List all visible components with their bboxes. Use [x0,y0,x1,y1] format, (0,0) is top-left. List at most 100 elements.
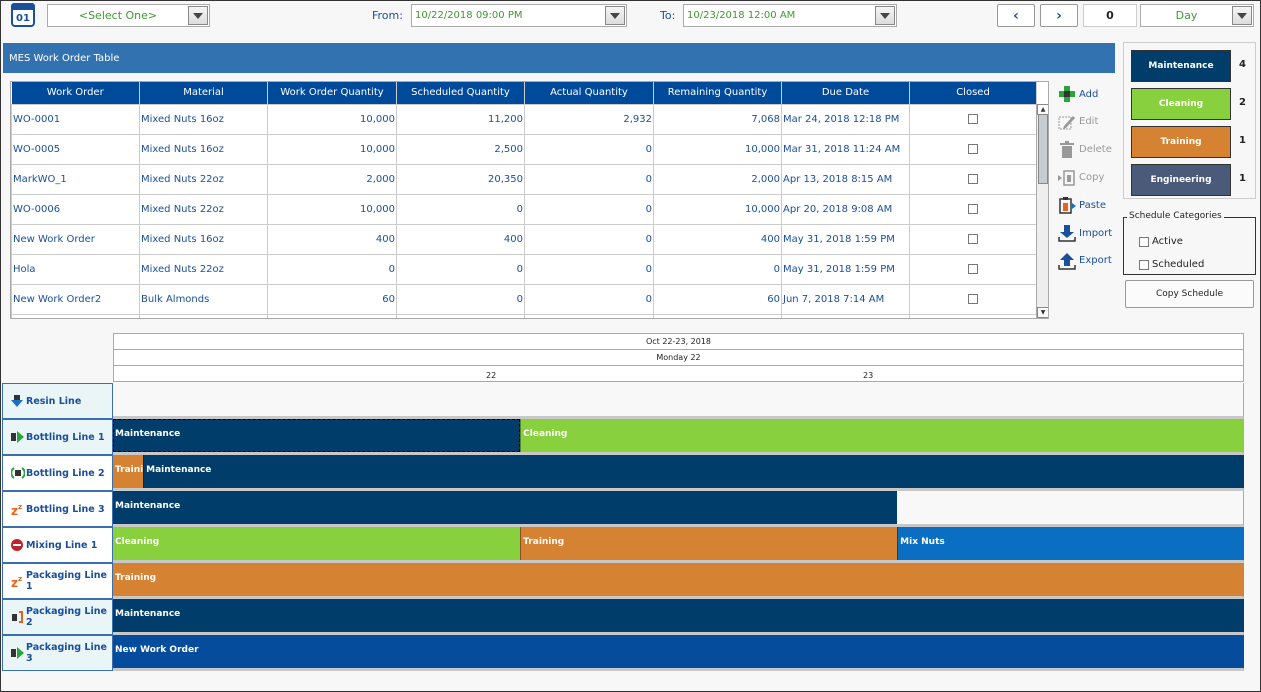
svg-text:z: z [11,576,18,587]
cell-remaining-qty: 2,000 [653,163,782,195]
table-row[interactable]: New Work Order Mixed Nuts 16oz 400 400 0 400 M… [11,223,1037,255]
closed-checkbox[interactable] [968,233,978,244]
edit-button[interactable]: Edit [1058,112,1098,132]
chevron-down-icon[interactable] [188,6,208,25]
column-header[interactable]: Work Order [11,82,140,104]
from-datetime-picker[interactable]: 10/22/2018 09:00 PM [411,4,627,27]
cell-actual-qty: 0 [524,133,654,165]
chevron-down-icon[interactable] [1232,6,1252,25]
gantt-bar-maintenance[interactable]: Maintenance [113,491,898,524]
lane-label-packaging-line-3[interactable]: Packaging Line 3 [2,635,113,671]
lane-label-packaging-line-1[interactable]: z z Packaging Line 1 [2,563,113,599]
cell-remaining-qty: 0 [653,253,782,285]
export-button[interactable]: Export [1058,251,1112,271]
cell-material: Bulk Almonds [139,283,268,315]
paste-button[interactable]: Paste [1058,195,1106,215]
gantt-bar-maintenance[interactable]: Maintenance [143,455,1244,488]
gantt-bar-mix-nuts[interactable]: Mix Nuts [897,527,1244,560]
lane-label-packaging-line-2[interactable]: Packaging Line 2 [2,599,113,635]
closed-checkbox[interactable] [968,173,978,184]
chevron-down-icon[interactable] [875,6,895,25]
cell-actual-qty: 2,932 [524,103,654,135]
view-mode-dropdown[interactable]: Day [1140,4,1254,27]
next-button[interactable]: › [1040,4,1078,27]
gantt-lane: New Work Order [113,635,1244,671]
gantt-lane: Cleaning Training Mix Nuts [113,527,1244,563]
delete-button[interactable]: Delete [1058,140,1112,160]
add-button[interactable]: Add [1058,84,1098,104]
checkbox[interactable] [1139,259,1149,270]
table-row[interactable]: WO-0006 Mixed Nuts 22oz 10,000 0 0 10,000 Apr … [11,193,1037,225]
column-header[interactable]: Closed [909,82,1037,104]
previous-button[interactable]: ‹ [997,4,1035,27]
import-button[interactable]: Import [1058,223,1112,243]
closed-checkbox[interactable] [968,293,978,304]
lane-label-bottling-line-3[interactable]: z z Bottling Line 3 [2,491,113,527]
table-row[interactable]: MarkWO_1 Mixed Nuts 22oz 2,000 20,350 0 2,000… [11,163,1037,195]
gantt-bar-maintenance[interactable]: Maintenance [113,419,521,452]
gantt-bar-training[interactable]: Trainin [113,455,144,488]
cell-material: Mixed Nuts 16oz [139,103,268,135]
from-label: From: [372,9,403,22]
table-row[interactable]: New Work Order2 Bulk Almonds 60 0 0 60 Jun 7, … [11,283,1037,315]
gantt-day-header: Monday 22 [113,349,1244,366]
gantt-bar-training[interactable]: Training [113,563,1244,596]
chevron-left-icon: ‹ [1013,7,1019,24]
closed-checkbox[interactable] [968,113,978,124]
offset-field[interactable]: 0 [1083,4,1137,27]
sleep-icon: zz [11,575,23,590]
closed-checkbox[interactable] [968,203,978,214]
scrollbar-thumb[interactable] [1038,114,1048,184]
cell-due-date: Jun 7, 2018 7:14 AM [781,283,910,315]
checkbox-scheduled[interactable]: Scheduled [1139,259,1204,270]
legend-maintenance[interactable]: Maintenance [1131,50,1231,82]
cell-actual-qty: 0 [524,223,654,255]
gantt-bar-new-work-order[interactable]: New Work Order [113,635,1244,668]
lane-label-bottling-line-2[interactable]: Bottling Line 2 [2,455,113,491]
copy-button[interactable]: Copy [1058,167,1104,187]
column-header[interactable]: Scheduled Quantity [396,82,525,104]
legend-cleaning[interactable]: Cleaning [1131,88,1231,120]
gantt-bar-cleaning[interactable]: Cleaning [113,527,521,560]
checkbox[interactable] [1139,236,1149,247]
legend-training[interactable]: Training [1131,126,1231,158]
copy-schedule-button[interactable]: Copy Schedule [1125,280,1254,308]
gantt-date-range-header: Oct 22-23, 2018 [113,333,1244,350]
to-datetime-picker[interactable]: 10/23/2018 12:00 AM [683,4,897,27]
cell-due-date: May 31, 2018 1:59 PM [781,223,910,255]
table-row[interactable]: WO-0001 Mixed Nuts 16oz 10,000 11,200 2,932 7… [11,103,1037,135]
cell-closed [909,253,1037,285]
scroll-down-arrow[interactable]: ▼ [1037,307,1048,318]
table-row[interactable]: Hola Mixed Nuts 22oz 0 0 0 0 May 31, 2018 1:59… [11,253,1037,285]
cell-wo-qty: 0 [267,253,397,285]
closed-checkbox[interactable] [968,263,978,274]
gantt-bar-training[interactable]: Training [520,527,898,560]
gantt-bar-maintenance[interactable]: Maintenance [113,599,1244,632]
line-selector-value: <Select One> [78,9,158,22]
checkbox-active[interactable]: Active [1139,236,1183,247]
sleep-icon: zz [11,503,23,518]
table-row[interactable]: WO-0005 Mixed Nuts 16oz 10,000 2,500 0 10,000… [11,133,1037,165]
legend-count: 1 [1239,135,1246,146]
calendar-icon[interactable]: 01 [11,3,35,27]
table-scrollbar[interactable]: ▲ ▼ [1036,104,1048,318]
legend-engineering[interactable]: Engineering [1131,164,1231,196]
cell-work-order: Hola [11,253,140,285]
lane-label-mixing-line-1[interactable]: Mixing Line 1 [2,527,113,563]
lane-label-resin-line[interactable]: Resin Line [2,383,113,419]
cell-material: Mixed Nuts 22oz [139,193,268,225]
gantt-hour-header: 22 23 [113,365,1244,382]
column-header[interactable]: Actual Quantity [524,82,654,104]
column-header[interactable]: Due Date [781,82,910,104]
closed-checkbox[interactable] [968,143,978,154]
running-icon [11,647,24,659]
gantt-lane: TraininMaintenance [113,455,1244,491]
chevron-down-icon[interactable] [605,6,625,25]
line-selector-dropdown[interactable]: <Select One> [47,4,210,27]
column-header[interactable]: Material [139,82,268,104]
lane-label-bottling-line-1[interactable]: Bottling Line 1 [2,419,113,455]
column-header[interactable]: Remaining Quantity [653,82,782,104]
hour-tick-label: 22 [486,371,497,380]
gantt-bar-cleaning[interactable]: Cleaning [520,419,1244,452]
column-header[interactable]: Work Order Quantity [267,82,397,104]
